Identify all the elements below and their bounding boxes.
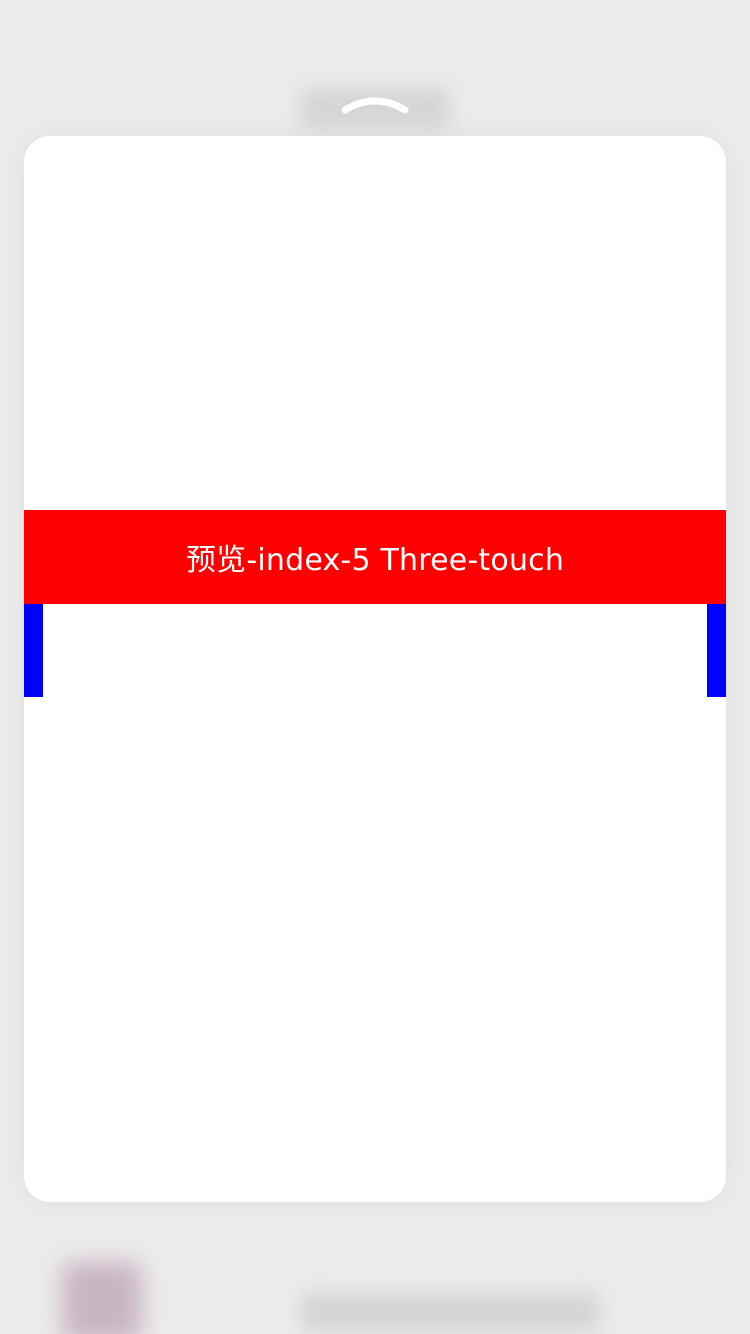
blurred-list-text (300, 1292, 600, 1332)
preview-banner: 预览-index-5 Three-touch (24, 510, 726, 604)
side-bar-row (24, 604, 726, 697)
chevron-up-icon[interactable] (340, 90, 410, 116)
peek-preview-screen: 预览-index-5 Three-touch (0, 0, 750, 1334)
preview-banner-label: 预览-index-5 Three-touch (185, 543, 565, 578)
blurred-thumbnail (62, 1262, 142, 1334)
preview-card[interactable]: 预览-index-5 Three-touch (24, 136, 726, 1202)
right-blue-bar (707, 604, 726, 697)
left-blue-bar (24, 604, 43, 697)
content-gap (43, 604, 707, 697)
